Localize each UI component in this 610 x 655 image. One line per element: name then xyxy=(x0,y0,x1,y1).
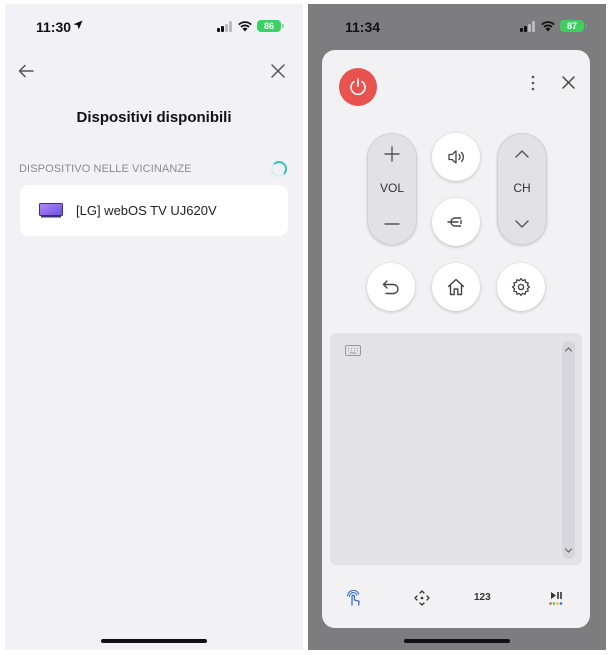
home-indicator[interactable] xyxy=(404,639,510,643)
device-name: [LG] webOS TV UJ620V xyxy=(76,203,217,218)
power-icon xyxy=(350,78,366,96)
play-pause-colors-icon[interactable] xyxy=(548,590,564,606)
remote-screen: 11:34 87 VOL CH 123 xyxy=(308,4,606,650)
status-time: 11:34 xyxy=(345,19,381,35)
keyboard-icon[interactable] xyxy=(345,345,361,356)
chevron-down-icon[interactable] xyxy=(564,546,573,555)
section-label: DISPOSITIVO NELLE VICINANZE xyxy=(19,163,192,175)
input-source-icon xyxy=(447,217,462,227)
power-button[interactable] xyxy=(339,68,377,106)
remote-control-panel: VOL CH 123 xyxy=(322,50,590,628)
close-icon[interactable] xyxy=(562,76,575,89)
tv-icon xyxy=(39,203,63,218)
cellular-signal-icon xyxy=(217,21,233,32)
back-arrow-icon[interactable] xyxy=(18,64,34,78)
number-pad-button[interactable]: 123 xyxy=(474,592,491,603)
device-list-item[interactable]: [LG] webOS TV UJ620V xyxy=(20,185,288,236)
wifi-icon xyxy=(238,21,252,32)
volume-label: VOL xyxy=(379,181,404,195)
touchpad-area[interactable] xyxy=(330,333,582,565)
home-indicator[interactable] xyxy=(101,639,207,643)
channel-down-button[interactable] xyxy=(497,207,547,241)
chevron-up-icon xyxy=(515,150,529,158)
input-source-button[interactable] xyxy=(432,198,480,246)
mute-button[interactable] xyxy=(432,133,480,181)
device-list-screen: 11:30 86 Dispositivi disponibili DISPOSI… xyxy=(5,4,303,650)
loading-spinner-icon xyxy=(271,161,287,177)
settings-button[interactable] xyxy=(497,263,545,311)
return-arrow-icon xyxy=(382,280,399,295)
volume-up-button[interactable] xyxy=(367,137,417,171)
status-time: 11:30 xyxy=(36,19,72,35)
gear-icon xyxy=(511,277,531,297)
page-title: Dispositivi disponibili xyxy=(76,109,232,126)
speaker-icon xyxy=(448,150,464,164)
chevron-up-icon[interactable] xyxy=(564,345,573,354)
channel-rocker: CH xyxy=(497,133,547,245)
home-icon xyxy=(447,278,465,296)
battery-icon: 86 xyxy=(257,20,284,32)
cellular-signal-icon xyxy=(520,21,536,32)
location-arrow-icon xyxy=(73,20,83,30)
dpad-arrows-icon[interactable] xyxy=(414,590,430,606)
plus-icon xyxy=(384,146,400,162)
screenshot-composite: 11:30 86 Dispositivi disponibili DISPOSI… xyxy=(0,0,610,655)
minus-icon xyxy=(384,223,400,225)
touch-remote-icon[interactable] xyxy=(346,590,362,606)
status-bar: 11:34 87 xyxy=(308,4,606,48)
channel-label: CH xyxy=(513,181,531,195)
home-button[interactable] xyxy=(432,263,480,311)
back-button[interactable] xyxy=(367,263,415,311)
battery-icon: 87 xyxy=(560,20,587,32)
close-icon[interactable] xyxy=(271,64,285,78)
wifi-icon xyxy=(541,21,555,32)
volume-rocker: VOL xyxy=(367,133,417,245)
scrollbar[interactable] xyxy=(562,341,575,559)
more-options-icon[interactable] xyxy=(530,74,536,92)
status-bar: 11:30 86 xyxy=(5,4,303,48)
bottom-toolbar: 123 xyxy=(322,584,590,612)
chevron-down-icon xyxy=(515,220,529,228)
volume-down-button[interactable] xyxy=(367,207,417,241)
channel-up-button[interactable] xyxy=(497,137,547,171)
